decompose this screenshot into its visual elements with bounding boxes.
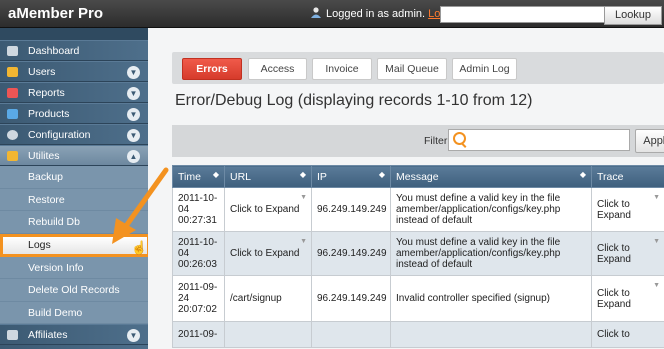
expand-icon[interactable]: ▼ bbox=[300, 192, 307, 203]
sidebar-subitem-restore[interactable]: Restore bbox=[0, 188, 148, 211]
filter-input[interactable] bbox=[448, 129, 630, 151]
sidebar-item-label: Users bbox=[28, 66, 56, 78]
cell-message: You must define a valid key in the file … bbox=[390, 231, 592, 276]
table-row: 2011-10-04 00:26:03 Click to Expand ▼ 96.… bbox=[172, 231, 664, 276]
sidebar-item-reports[interactable]: Reports ▼ bbox=[0, 82, 148, 103]
sidebar-subitem-delete-old-records[interactable]: Delete Old Records bbox=[0, 279, 148, 302]
column-header-message[interactable]: Message ◆ bbox=[390, 165, 592, 188]
app-title: aMember Pro bbox=[8, 5, 104, 22]
log-tabs: Errors Access Invoice Mail Queue Admin L… bbox=[172, 52, 664, 84]
expand-icon[interactable]: ▼ bbox=[300, 236, 307, 247]
sort-icon[interactable]: ◆ bbox=[213, 170, 219, 179]
table-row: 2011-10-04 00:27:31 Click to Expand ▼ 96.… bbox=[172, 187, 664, 232]
cell-time: 2011-10-04 00:26:03 bbox=[172, 231, 225, 276]
cell-ip bbox=[311, 321, 391, 348]
sidebar-item-label: Products bbox=[28, 108, 70, 120]
sidebar-item-label: Reports bbox=[28, 87, 65, 99]
tab-errors[interactable]: Errors bbox=[182, 58, 242, 80]
cell-trace[interactable]: Click to Expand ▼ bbox=[591, 231, 664, 276]
column-header-ip[interactable]: IP ◆ bbox=[311, 165, 391, 188]
sidebar-item-affiliates[interactable]: Affiliates ▼ bbox=[0, 324, 148, 345]
user-icon bbox=[311, 7, 321, 18]
column-header-time[interactable]: Time ◆ bbox=[172, 165, 225, 188]
main-content: Errors Access Invoice Mail Queue Admin L… bbox=[148, 28, 664, 349]
expand-icon[interactable]: ▼ bbox=[653, 192, 660, 203]
cell-time: 2011-09- bbox=[172, 321, 225, 348]
sidebar-item-utilites[interactable]: Utilites ▲ bbox=[0, 145, 148, 166]
tab-invoice[interactable]: Invoice bbox=[312, 58, 372, 80]
tab-admin-log[interactable]: Admin Log bbox=[452, 58, 517, 80]
sidebar-subitem-backup[interactable]: Backup bbox=[0, 166, 148, 189]
sidebar-item-users[interactable]: Users ▼ bbox=[0, 61, 148, 82]
chart-icon bbox=[7, 88, 18, 98]
sidebar-item-configuration[interactable]: Configuration ▼ bbox=[0, 124, 148, 145]
page-title: Error/Debug Log (displaying records 1-10… bbox=[175, 92, 533, 109]
sort-icon[interactable]: ◆ bbox=[379, 170, 385, 179]
cell-ip: 96.249.149.249 bbox=[311, 275, 391, 322]
table-header-row: Time ◆ URL ◆ IP ◆ Message ◆ Trace bbox=[172, 165, 664, 188]
sidebar-item-dashboard[interactable]: Dashboard bbox=[0, 40, 148, 61]
tab-mail-queue[interactable]: Mail Queue bbox=[377, 58, 447, 80]
sort-icon[interactable]: ◆ bbox=[580, 170, 586, 179]
cell-ip: 96.249.149.249 bbox=[311, 187, 391, 232]
table-row: 2011-09-24 20:07:02 /cart/signup 96.249.… bbox=[172, 275, 664, 322]
box-icon bbox=[7, 109, 18, 119]
filter-label: Filter bbox=[424, 135, 448, 147]
search-input[interactable] bbox=[440, 6, 606, 23]
chevron-down-icon[interactable]: ▼ bbox=[127, 329, 140, 342]
filter-bar: Filter Apply bbox=[172, 125, 664, 157]
sidebar-subitem-logs[interactable]: Logs ☝ bbox=[0, 233, 150, 257]
affiliates-icon bbox=[7, 330, 18, 340]
tab-access[interactable]: Access bbox=[248, 58, 307, 80]
sidebar: Dashboard Users ▼ Reports ▼ Products ▼ C… bbox=[0, 28, 150, 349]
top-bar: aMember Pro Logged in as admin. Logout L… bbox=[0, 0, 664, 28]
cell-ip: 96.249.149.249 bbox=[311, 231, 391, 276]
chevron-down-icon[interactable]: ▼ bbox=[127, 129, 140, 142]
cell-message: You must define a valid key in the file … bbox=[390, 187, 592, 232]
sidebar-item-label: Affiliates bbox=[28, 329, 68, 341]
cell-trace[interactable]: Click to Expand ▼ bbox=[591, 187, 664, 232]
cell-url: /cart/signup bbox=[224, 275, 312, 322]
sidebar-subitem-build-demo[interactable]: Build Demo bbox=[0, 301, 148, 324]
log-table: Time ◆ URL ◆ IP ◆ Message ◆ Trace 2011-10-04… bbox=[172, 165, 664, 348]
column-header-trace[interactable]: Trace bbox=[591, 165, 664, 188]
gear-icon bbox=[7, 130, 18, 140]
expand-icon[interactable]: ▼ bbox=[653, 236, 660, 247]
sidebar-item-label: Configuration bbox=[28, 129, 91, 141]
cell-trace[interactable]: Click to bbox=[591, 321, 664, 348]
sidebar-item-label: Utilites bbox=[28, 150, 60, 162]
cell-url[interactable]: Click to Expand ▼ bbox=[224, 231, 312, 276]
sidebar-item-products[interactable]: Products ▼ bbox=[0, 103, 148, 124]
apply-button[interactable]: Apply bbox=[635, 129, 664, 153]
sort-icon[interactable]: ◆ bbox=[300, 170, 306, 179]
logged-in-text: Logged in as admin. bbox=[326, 8, 426, 20]
cell-message: Invalid controller specified (signup) bbox=[390, 275, 592, 322]
lookup-button[interactable]: Lookup bbox=[604, 6, 662, 25]
monitor-icon bbox=[7, 46, 18, 56]
cell-url[interactable]: Click to Expand ▼ bbox=[224, 187, 312, 232]
expand-icon[interactable]: ▼ bbox=[653, 280, 660, 291]
wrench-icon bbox=[7, 151, 18, 161]
sidebar-subitem-label: Logs bbox=[28, 238, 51, 251]
chevron-down-icon[interactable]: ▼ bbox=[127, 66, 140, 79]
cell-trace[interactable]: Click to Expand ▼ bbox=[591, 275, 664, 322]
sidebar-subitem-version-info[interactable]: Version Info bbox=[0, 256, 148, 279]
cell-url bbox=[224, 321, 312, 348]
cell-time: 2011-09-24 20:07:02 bbox=[172, 275, 225, 322]
table-row: 2011-09- Click to bbox=[172, 321, 664, 348]
column-header-url[interactable]: URL ◆ bbox=[224, 165, 312, 188]
sidebar-item-label: Dashboard bbox=[28, 45, 80, 57]
hand-cursor-icon: ☝ bbox=[131, 239, 148, 255]
cell-time: 2011-10-04 00:27:31 bbox=[172, 187, 225, 232]
cell-message bbox=[390, 321, 592, 348]
search-icon bbox=[453, 132, 466, 145]
chevron-down-icon[interactable]: ▼ bbox=[127, 87, 140, 100]
chevron-down-icon[interactable]: ▼ bbox=[127, 108, 140, 121]
sidebar-header bbox=[0, 28, 148, 40]
users-icon bbox=[7, 67, 18, 77]
sidebar-subitem-rebuild-db[interactable]: Rebuild Db bbox=[0, 211, 148, 234]
chevron-up-icon[interactable]: ▲ bbox=[127, 150, 140, 163]
